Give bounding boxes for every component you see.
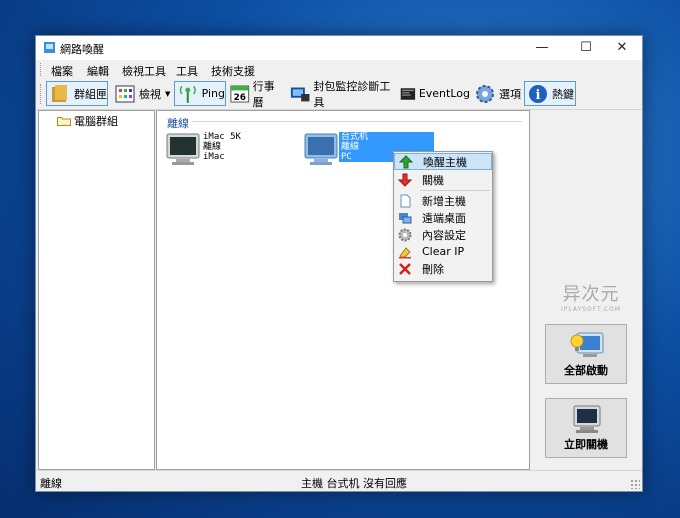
ctx-item-label: 喚醒主機 <box>423 155 467 169</box>
ctx-item-label: 刪除 <box>422 262 444 276</box>
group-tray-button[interactable]: 群組匣 <box>46 81 108 106</box>
host-os: PC <box>341 152 352 162</box>
options-label: 選項 <box>499 87 521 101</box>
ctx-separator <box>420 190 490 191</box>
host-os: iMac <box>203 152 225 162</box>
svg-text:i: i <box>536 88 541 103</box>
view-grid-icon <box>115 85 135 102</box>
view-dropdown-button[interactable]: 檢視 ▼ <box>112 81 172 106</box>
shutdown-monitor-icon <box>573 405 601 433</box>
brand-url: IPLAYSOFT.COM <box>561 306 621 313</box>
eventlog-label: EventLog <box>418 87 470 100</box>
shutdown-now-button[interactable]: 立即關機 <box>545 398 627 458</box>
group-divider <box>192 121 522 122</box>
main-window: 網路喚醒 — ☐ ✕ 檔案 編輯 檢視工具 工具 技術支援 群組匣 檢視 ▼ P… <box>35 35 643 492</box>
wake-all-monitor-bulb-icon <box>570 332 604 357</box>
delete-x-icon <box>399 262 411 275</box>
group-tree-pane: 電腦群組 <box>38 110 155 470</box>
menu-file[interactable]: 檔案 <box>51 63 73 79</box>
ctx-wake-host[interactable]: 喚醒主機 <box>394 153 492 170</box>
ctx-new-host[interactable]: 新增主機 <box>394 192 492 209</box>
resize-grip[interactable] <box>630 479 640 489</box>
menu-view-tools[interactable]: 檢視工具 <box>122 63 166 79</box>
ping-antenna-icon <box>179 85 196 103</box>
action-pane: 异次元 IPLAYSOFT.COM 全部啟動 立即關機 <box>531 110 641 468</box>
wake-all-button[interactable]: 全部啟動 <box>545 324 627 384</box>
group-tray-label: 群組匣 <box>74 87 107 101</box>
packet-monitor-button[interactable]: 封包監控診斷工具 <box>288 80 395 109</box>
shutdown-now-label: 立即關機 <box>564 438 608 451</box>
ctx-properties[interactable]: 內容設定 <box>394 226 492 243</box>
host-status: 離線 <box>203 142 222 152</box>
computer-monitor-icon <box>166 133 200 165</box>
hotkeys-button[interactable]: i 熱鍵 <box>524 81 576 106</box>
status-bar: 離線 主機 台式机 沒有回應 <box>36 470 642 491</box>
ctx-item-label: 關機 <box>422 173 444 187</box>
brand-name: 异次元 <box>562 284 620 305</box>
status-center-text: 主機 台式机 沒有回應 <box>301 477 407 490</box>
remote-desktop-icon <box>399 212 412 223</box>
close-button[interactable]: ✕ <box>602 36 642 60</box>
clear-ip-icon <box>399 246 411 258</box>
settings-gear-icon <box>398 228 412 241</box>
tree-item-label: 電腦群組 <box>74 115 118 128</box>
wake-up-arrow-icon <box>399 154 413 168</box>
menu-edit[interactable]: 編輯 <box>87 63 109 79</box>
group-tray-icon <box>52 84 67 102</box>
ctx-item-label: 遠端桌面 <box>422 211 466 225</box>
ctx-shutdown[interactable]: 關機 <box>394 171 492 188</box>
host-name: iMac 5K <box>203 132 241 142</box>
menu-grip <box>40 63 43 76</box>
ctx-clear-ip[interactable]: Clear IP <box>394 243 492 260</box>
new-host-icon <box>400 194 411 207</box>
host-context-menu: 喚醒主機 關機 新增主機 遠端桌面 內容設定 Clear IP 刪除 <box>393 151 493 282</box>
window-title: 網路喚醒 <box>60 43 104 56</box>
brand-watermark: 异次元 IPLAYSOFT.COM <box>551 280 631 313</box>
calendar-button[interactable]: 26 行事曆 <box>228 80 282 109</box>
host-item-imac[interactable]: iMac 5K 離線 iMac <box>165 132 285 172</box>
calendar-label: 行事曆 <box>252 79 275 109</box>
ctx-item-label: Clear IP <box>422 245 465 258</box>
view-label: 檢視 <box>139 87 161 101</box>
options-gear-icon <box>476 84 494 103</box>
menu-tools[interactable]: 工具 <box>176 63 198 79</box>
group-header-offline: 離線 <box>167 117 189 130</box>
ctx-delete[interactable]: 刪除 <box>394 260 492 277</box>
menu-bar: 檔案 編輯 檢視工具 工具 技術支援 <box>36 60 642 79</box>
close-icon: ✕ <box>616 40 628 55</box>
title-bar: 網路喚醒 — ☐ ✕ <box>36 36 642 60</box>
shutdown-arrow-icon <box>398 173 412 187</box>
calendar-icon: 26 <box>230 85 250 103</box>
ctx-remote-desktop[interactable]: 遠端桌面 <box>394 209 492 226</box>
ctx-item-label: 新增主機 <box>422 194 466 208</box>
chevron-down-icon: ▼ <box>165 89 171 98</box>
hotkeys-label: 熱鍵 <box>552 87 574 101</box>
computer-monitor-icon <box>304 133 338 165</box>
status-left-text: 離線 <box>40 477 62 490</box>
host-status: 離線 <box>341 142 360 152</box>
ping-label: Ping <box>201 87 225 100</box>
packet-monitor-label: 封包監控診斷工具 <box>313 79 391 109</box>
tree-item-computer-groups[interactable]: 電腦群組 <box>57 113 118 129</box>
toolbar-grip <box>40 84 43 104</box>
host-name: 台式机 <box>341 132 369 142</box>
maximize-icon: ☐ <box>580 40 592 55</box>
folder-icon <box>57 117 71 126</box>
info-icon: i <box>529 84 547 103</box>
toolbar: 群組匣 檢視 ▼ Ping 26 行事曆 封包監控診斷工具 EventLog 選… <box>36 79 642 110</box>
ctx-item-label: 內容設定 <box>422 228 466 242</box>
wake-all-label: 全部啟動 <box>564 364 608 377</box>
minimize-icon: — <box>535 40 549 55</box>
app-icon <box>44 42 55 53</box>
minimize-button[interactable]: — <box>520 36 564 60</box>
eventlog-icon <box>400 87 416 100</box>
ping-button[interactable]: Ping <box>174 81 226 106</box>
calendar-day: 26 <box>234 93 246 103</box>
eventlog-button[interactable]: EventLog <box>398 81 470 106</box>
options-button[interactable]: 選項 <box>472 81 522 106</box>
packet-monitor-icon <box>290 87 310 101</box>
menu-support[interactable]: 技術支援 <box>211 63 255 79</box>
